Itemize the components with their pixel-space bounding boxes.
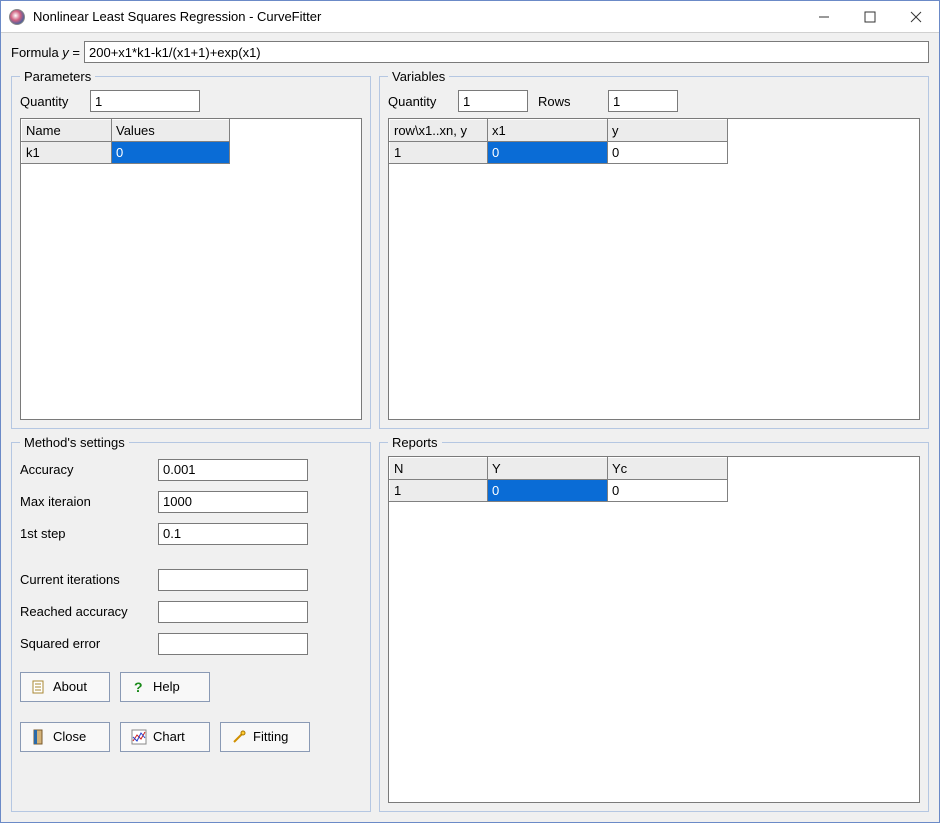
variables-fieldset: Variables Quantity Rows row\x1..xn, y x1 [379, 69, 929, 429]
formula-label: Formula y = [11, 45, 80, 60]
table-header-row: N Y Yc [390, 457, 728, 479]
variables-table: row\x1..xn, y x1 y 1 0 0 [389, 119, 728, 164]
formula-input[interactable] [84, 41, 929, 63]
variables-legend: Variables [388, 69, 449, 84]
variables-col: Variables Quantity Rows row\x1..xn, y x1 [379, 69, 929, 429]
svg-text:?: ? [134, 679, 143, 695]
variables-rows-label: Rows [538, 94, 598, 109]
parameters-header-values[interactable]: Values [112, 120, 230, 142]
fitting-button[interactable]: Fitting [220, 722, 310, 752]
reports-cell-y[interactable]: 0 [488, 479, 608, 501]
fitting-label: Fitting [253, 729, 288, 744]
step-label: 1st step [20, 526, 150, 541]
parameters-fieldset: Parameters Quantity Name Values [11, 69, 371, 429]
about-label: About [53, 679, 87, 694]
parameters-quantity-label: Quantity [20, 94, 80, 109]
reached-output [158, 601, 308, 623]
close-button[interactable]: Close [20, 722, 110, 752]
titlebar: Nonlinear Least Squares Regression - Cur… [1, 1, 939, 33]
formula-label-text: Formula [11, 45, 62, 60]
parameters-table: Name Values k1 0 [21, 119, 230, 164]
bottom-row: Method's settings Accuracy Max iteraion … [11, 435, 929, 812]
maxiter-input[interactable] [158, 491, 308, 513]
maxiter-label: Max iteraion [20, 494, 150, 509]
variables-quantity-label: Quantity [388, 94, 448, 109]
close-label: Close [53, 729, 86, 744]
accuracy-input[interactable] [158, 459, 308, 481]
reports-cell-n[interactable]: 1 [390, 479, 488, 501]
reports-header-yc[interactable]: Yc [608, 457, 728, 479]
reports-table-box[interactable]: N Y Yc 1 0 0 [388, 456, 920, 803]
method-fieldset: Method's settings Accuracy Max iteraion … [11, 435, 371, 812]
step-input[interactable] [158, 523, 308, 545]
parameters-table-box[interactable]: Name Values k1 0 [20, 118, 362, 420]
sqerr-output [158, 633, 308, 655]
variables-rows-input[interactable] [608, 90, 678, 112]
chart-icon [131, 729, 147, 745]
parameters-quantity-row: Quantity [20, 90, 362, 112]
app-icon [9, 9, 25, 25]
help-label: Help [153, 679, 180, 694]
close-icon [910, 11, 922, 23]
parameters-col: Parameters Quantity Name Values [11, 69, 371, 429]
window-title: Nonlinear Least Squares Regression - Cur… [33, 9, 801, 24]
reports-header-n[interactable]: N [390, 457, 488, 479]
close-window-button[interactable] [893, 1, 939, 33]
method-col: Method's settings Accuracy Max iteraion … [11, 435, 371, 812]
help-button[interactable]: ? Help [120, 672, 210, 702]
variables-cell-x1[interactable]: 0 [488, 142, 608, 164]
table-header-row: Name Values [22, 120, 230, 142]
chart-button[interactable]: Chart [120, 722, 210, 752]
variables-quantity-row: Quantity Rows [388, 90, 920, 112]
table-header-row: row\x1..xn, y x1 y [390, 120, 728, 142]
top-row: Parameters Quantity Name Values [11, 69, 929, 429]
about-button[interactable]: About [20, 672, 110, 702]
reports-header-y[interactable]: Y [488, 457, 608, 479]
parameters-quantity-input[interactable] [90, 90, 200, 112]
param-value-cell[interactable]: 0 [112, 142, 230, 164]
door-icon [31, 729, 47, 745]
cur-iter-output [158, 569, 308, 591]
variables-header-x1[interactable]: x1 [488, 120, 608, 142]
minimize-icon [818, 11, 830, 23]
button-area: About ? Help Close [20, 662, 362, 752]
reached-label: Reached accuracy [20, 604, 150, 619]
about-icon [31, 679, 47, 695]
method-legend: Method's settings [20, 435, 129, 450]
variables-header-y[interactable]: y [608, 120, 728, 142]
maximize-button[interactable] [847, 1, 893, 33]
fitting-icon [231, 729, 247, 745]
variables-header-row[interactable]: row\x1..xn, y [390, 120, 488, 142]
variables-cell-y[interactable]: 0 [608, 142, 728, 164]
formula-label-eq: = [69, 45, 80, 60]
formula-row: Formula y = [11, 41, 929, 63]
accuracy-label: Accuracy [20, 462, 150, 477]
reports-col: Reports N Y Yc 1 0 0 [379, 435, 929, 812]
reports-fieldset: Reports N Y Yc 1 0 0 [379, 435, 929, 812]
sqerr-label: Squared error [20, 636, 150, 651]
help-icon: ? [131, 679, 147, 695]
table-row[interactable]: k1 0 [22, 142, 230, 164]
variables-cell-row[interactable]: 1 [390, 142, 488, 164]
maximize-icon [864, 11, 876, 23]
app-window: Nonlinear Least Squares Regression - Cur… [0, 0, 940, 823]
parameters-header-name[interactable]: Name [22, 120, 112, 142]
client-area: Formula y = Parameters Quantity [1, 33, 939, 822]
variables-table-box[interactable]: row\x1..xn, y x1 y 1 0 0 [388, 118, 920, 420]
reports-legend: Reports [388, 435, 442, 450]
table-row[interactable]: 1 0 0 [390, 142, 728, 164]
reports-cell-yc[interactable]: 0 [608, 479, 728, 501]
variables-quantity-input[interactable] [458, 90, 528, 112]
method-body: Accuracy Max iteraion 1st step [20, 456, 362, 752]
cur-iter-label: Current iterations [20, 572, 150, 587]
parameters-legend: Parameters [20, 69, 95, 84]
reports-table: N Y Yc 1 0 0 [389, 457, 728, 502]
chart-label: Chart [153, 729, 185, 744]
minimize-button[interactable] [801, 1, 847, 33]
table-row[interactable]: 1 0 0 [390, 479, 728, 501]
param-name-cell[interactable]: k1 [22, 142, 112, 164]
